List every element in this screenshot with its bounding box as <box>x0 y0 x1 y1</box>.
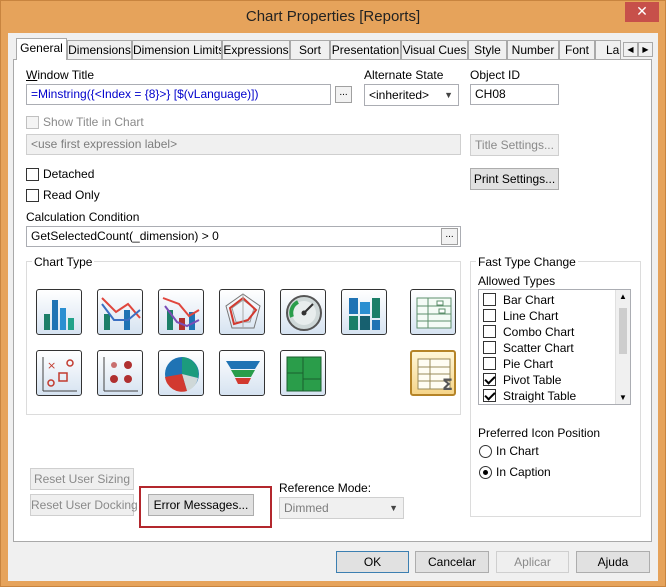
object-id-input[interactable]: CH08 <box>470 84 559 105</box>
chevron-down-icon: ▼ <box>389 503 398 513</box>
tab-expressions[interactable]: Expressions <box>222 40 290 59</box>
pivot-table-checkbox[interactable] <box>483 373 496 386</box>
alternate-state-label: Alternate State <box>364 68 444 82</box>
error-messages-button[interactable]: Error Messages... <box>148 494 254 516</box>
tab-general[interactable]: General <box>16 38 67 60</box>
in-chart-label: In Chart <box>496 444 539 458</box>
detached-checkbox[interactable] <box>26 168 39 181</box>
combo-chart-checkbox[interactable] <box>483 325 496 338</box>
chevron-down-icon: ▼ <box>444 90 453 100</box>
in-caption-label: In Caption <box>496 465 551 479</box>
title-bar[interactable]: Chart Properties [Reports] ✕ <box>1 1 665 33</box>
block-chart-icon[interactable] <box>280 350 326 396</box>
scroll-down-icon[interactable]: ▼ <box>619 393 627 402</box>
allowed-types-list[interactable]: Bar Chart Line Chart Combo Chart Scatter… <box>478 289 631 405</box>
title-text-input[interactable]: <use first expression label> <box>26 134 461 155</box>
list-item-label: Pivot Table <box>503 373 562 387</box>
chart-properties-window: Chart Properties [Reports] ✕ General Dim… <box>0 0 666 587</box>
bar-chart-checkbox[interactable] <box>483 293 496 306</box>
in-chart-radio[interactable] <box>479 445 492 458</box>
show-title-checkbox[interactable] <box>26 116 39 129</box>
calc-condition-value: GetSelectedCount(_dimension) > 0 <box>31 229 219 243</box>
scroll-up-icon[interactable]: ▲ <box>619 292 627 301</box>
window-title-label: Window Title <box>26 68 95 82</box>
reference-mode-select[interactable]: Dimmed ▼ <box>279 497 404 519</box>
window-title: Chart Properties [Reports] <box>245 8 421 25</box>
reference-mode-label: Reference Mode: <box>279 481 372 495</box>
bar-chart-icon[interactable] <box>36 289 82 335</box>
pie-chart-icon[interactable] <box>158 350 204 396</box>
dialog-client-area: General Dimensions Dimension Limits Expr… <box>8 33 658 581</box>
calc-condition-edit-button[interactable]: ... <box>441 228 458 245</box>
straight-table-checkbox[interactable] <box>483 389 496 402</box>
fast-type-change-label: Fast Type Change <box>476 255 578 269</box>
grid-chart-icon[interactable] <box>97 350 143 396</box>
apply-button[interactable]: Aplicar <box>496 551 569 573</box>
tab-visual-cues[interactable]: Visual Cues <box>401 40 468 59</box>
funnel-chart-icon[interactable] <box>219 350 265 396</box>
in-caption-radio[interactable] <box>479 466 492 479</box>
list-item-label: Pie Chart <box>503 357 554 371</box>
tab-sort[interactable]: Sort <box>290 40 330 59</box>
preferred-icon-position-label: Preferred Icon Position <box>478 426 601 440</box>
cancel-button[interactable]: Cancelar <box>415 551 489 573</box>
list-item-label: Line Chart <box>503 309 559 323</box>
read-only-checkbox[interactable] <box>26 189 39 202</box>
gauge-chart-icon[interactable] <box>280 289 326 335</box>
pivot-table-icon[interactable] <box>410 289 456 335</box>
svg-text:Σ: Σ <box>442 375 453 394</box>
line-chart-checkbox[interactable] <box>483 309 496 322</box>
ok-button[interactable]: OK <box>336 551 409 573</box>
window-title-edit-button[interactable]: ... <box>335 86 352 103</box>
line-bar-chart-icon[interactable] <box>158 289 204 335</box>
title-settings-button[interactable]: Title Settings... <box>470 134 559 156</box>
scroll-thumb[interactable] <box>619 308 627 354</box>
help-button[interactable]: Ajuda <box>576 551 650 573</box>
detached-label: Detached <box>43 167 95 181</box>
print-settings-button[interactable]: Print Settings... <box>470 168 559 190</box>
tab-dimension-limits[interactable]: Dimension Limits <box>132 40 222 59</box>
radar-chart-icon[interactable] <box>219 289 265 335</box>
list-item-label: Scatter Chart <box>503 341 574 355</box>
close-button[interactable]: ✕ <box>625 2 659 22</box>
combo-chart-icon[interactable] <box>97 289 143 335</box>
list-item-label: Combo Chart <box>503 325 575 339</box>
alternate-state-select[interactable]: <inherited> ▼ <box>364 84 459 106</box>
window-title-input[interactable]: =Minstring({<Index = {8}>} [$(vLanguage)… <box>26 84 331 105</box>
tab-number[interactable]: Number <box>507 40 559 59</box>
scatter-chart-icon[interactable]: × <box>36 350 82 396</box>
straight-table-icon[interactable]: Σ <box>410 350 456 396</box>
svg-text:×: × <box>47 359 56 372</box>
reset-user-sizing-button[interactable]: Reset User Sizing <box>30 468 134 490</box>
window-title-label-mnemonic: W <box>26 68 38 82</box>
calc-condition-input[interactable]: GetSelectedCount(_dimension) > 0 <box>26 226 461 247</box>
read-only-label: Read Only <box>43 188 100 202</box>
tab-style[interactable]: Style <box>468 40 507 59</box>
pie-chart-checkbox[interactable] <box>483 357 496 370</box>
tab-scroll-left-icon[interactable]: ◀ <box>623 42 638 57</box>
list-scrollbar[interactable]: ▲ ▼ <box>615 290 630 404</box>
allowed-types-label: Allowed Types <box>478 274 556 288</box>
tab-scroll-right-icon[interactable]: ▶ <box>638 42 653 57</box>
window-title-value: =Minstring({<Index = {8}>} [$(vLanguage)… <box>31 87 259 101</box>
general-tab-panel: Window Title =Minstring({<Index = {8}>} … <box>13 59 652 542</box>
chart-type-label: Chart Type <box>32 255 95 269</box>
object-id-label: Object ID <box>470 68 521 82</box>
list-item-label: Straight Table <box>503 389 577 403</box>
list-item-label: Bar Chart <box>503 293 555 307</box>
tab-layout[interactable]: La <box>595 40 621 59</box>
reset-user-docking-button[interactable]: Reset User Docking <box>30 494 138 516</box>
reference-mode-value: Dimmed <box>284 501 329 515</box>
show-title-label: Show Title in Chart <box>43 115 144 129</box>
calc-condition-label: Calculation Condition <box>26 210 140 224</box>
tab-font[interactable]: Font <box>559 40 595 59</box>
tab-dimensions[interactable]: Dimensions <box>67 40 132 59</box>
alternate-state-value: <inherited> <box>369 88 430 102</box>
tab-presentation[interactable]: Presentation <box>330 40 401 59</box>
mekko-chart-icon[interactable] <box>341 289 387 335</box>
scatter-chart-checkbox[interactable] <box>483 341 496 354</box>
